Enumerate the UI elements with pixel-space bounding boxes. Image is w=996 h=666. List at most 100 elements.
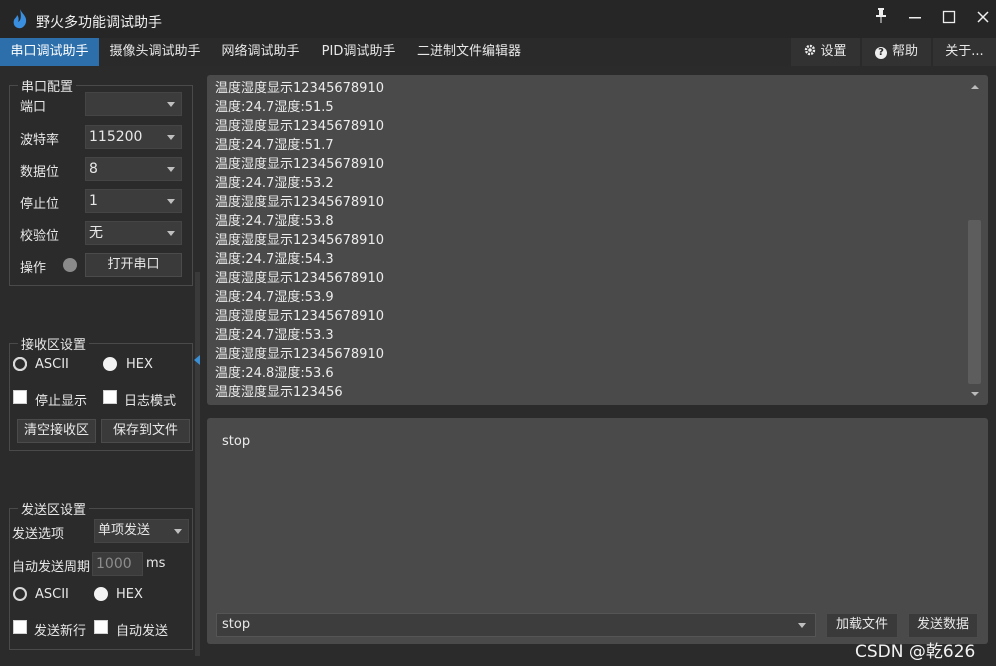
save-to-file-button[interactable]: 保存到文件 bbox=[101, 419, 190, 443]
auto-send-period-input[interactable]: 1000 bbox=[92, 552, 143, 576]
about-button[interactable]: 关于... bbox=[933, 38, 996, 66]
receive-scrollbar-thumb[interactable] bbox=[968, 220, 981, 384]
send-history-value: stop bbox=[222, 617, 251, 632]
auto-send-period-label: 自动发送周期 bbox=[12, 560, 91, 575]
pin-icon[interactable] bbox=[868, 6, 894, 32]
send-text: stop bbox=[222, 434, 251, 449]
tab-network-debug[interactable]: 网络调试助手 bbox=[212, 38, 309, 66]
tab-bar: 串口调试助手 摄像头调试助手 网络调试助手 PID调试助手 二进制文件编辑器 设… bbox=[0, 38, 996, 66]
baud-value: 115200 bbox=[89, 129, 143, 145]
receive-line: 温度湿度显示123456 bbox=[215, 385, 343, 400]
receive-line: 温度:24.7湿度:53.2 bbox=[215, 176, 334, 191]
receive-line: 温度:24.7湿度:53.8 bbox=[215, 214, 334, 229]
send-option-label: 发送选项 bbox=[12, 527, 65, 542]
csdn-watermark: CSDN @乾626 bbox=[855, 642, 976, 662]
stop-display-checkbox[interactable] bbox=[13, 390, 27, 404]
chevron-down-icon bbox=[167, 231, 175, 236]
settings-label: 设置 bbox=[820, 44, 847, 59]
log-mode-checkbox[interactable] bbox=[103, 390, 117, 404]
period-unit-label: ms bbox=[146, 556, 166, 571]
close-icon[interactable] bbox=[970, 6, 996, 32]
help-label: 帮助 bbox=[891, 44, 918, 59]
send-hex-label: HEX bbox=[116, 587, 143, 602]
recv-hex-label: HEX bbox=[126, 357, 153, 372]
recv-ascii-radio-ring bbox=[13, 357, 27, 371]
send-data-button[interactable]: 发送数据 bbox=[908, 613, 978, 638]
stop-display-label: 停止显示 bbox=[35, 394, 88, 409]
receive-text-area[interactable]: 温度湿度显示12345678910 温度:24.7湿度:51.5 温度湿度显示1… bbox=[207, 75, 988, 405]
send-option-select[interactable]: 单项发送 bbox=[94, 519, 189, 543]
auto-send-checkbox[interactable] bbox=[94, 620, 108, 634]
receive-line: 温度湿度显示12345678910 bbox=[215, 157, 384, 172]
chevron-down-icon bbox=[167, 167, 175, 172]
send-option-value: 单项发送 bbox=[98, 523, 151, 538]
open-port-button[interactable]: 打开串口 bbox=[85, 253, 182, 277]
receive-line: 温度:24.7湿度:53.3 bbox=[215, 328, 334, 343]
receive-line: 温度:24.7湿度:51.7 bbox=[215, 138, 334, 153]
scroll-down-icon[interactable] bbox=[970, 391, 980, 397]
auto-send-label: 自动发送 bbox=[116, 624, 169, 639]
baud-label: 波特率 bbox=[20, 133, 60, 148]
send-ascii-label: ASCII bbox=[35, 587, 69, 602]
window-title: 野火多功能调试助手 bbox=[36, 15, 162, 31]
send-newline-checkbox[interactable] bbox=[13, 620, 27, 634]
port-select[interactable] bbox=[85, 92, 182, 116]
stopbits-select[interactable]: 1 bbox=[85, 189, 182, 213]
receive-line: 温度湿度显示12345678910 bbox=[215, 233, 384, 248]
send-ascii-radio[interactable] bbox=[13, 587, 27, 601]
receive-line: 温度湿度显示12345678910 bbox=[215, 309, 384, 324]
parity-select[interactable]: 无 bbox=[85, 221, 182, 245]
send-hex-radio[interactable] bbox=[94, 587, 108, 601]
gear-icon bbox=[805, 44, 816, 56]
tab-pid-debug[interactable]: PID调试助手 bbox=[311, 38, 406, 66]
log-mode-label: 日志模式 bbox=[124, 394, 177, 409]
parity-label: 校验位 bbox=[20, 229, 60, 244]
databits-value: 8 bbox=[89, 161, 98, 177]
tab-camera-debug[interactable]: 摄像头调试助手 bbox=[100, 38, 210, 66]
receive-settings-title: 接收区设置 bbox=[21, 338, 87, 353]
maximize-icon[interactable] bbox=[936, 6, 962, 32]
databits-select[interactable]: 8 bbox=[85, 157, 182, 181]
chevron-down-icon bbox=[167, 102, 175, 107]
receive-line: 温度:24.8湿度:53.6 bbox=[215, 366, 334, 381]
receive-line: 温度湿度显示12345678910 bbox=[215, 195, 384, 210]
collapse-arrow-icon[interactable] bbox=[194, 355, 200, 365]
stopbits-value: 1 bbox=[89, 193, 98, 209]
receive-line: 温度:24.7湿度:51.5 bbox=[215, 100, 334, 115]
send-newline-label: 发送新行 bbox=[34, 624, 87, 639]
scroll-up-icon[interactable] bbox=[970, 84, 980, 90]
databits-label: 数据位 bbox=[20, 165, 60, 180]
receive-line: 温度湿度显示12345678910 bbox=[215, 119, 384, 134]
clear-receive-button[interactable]: 清空接收区 bbox=[17, 419, 96, 443]
serial-config-title: 串口配置 bbox=[21, 80, 74, 95]
receive-line: 温度:24.7湿度:54.3 bbox=[215, 252, 334, 267]
operation-label: 操作 bbox=[20, 261, 47, 276]
load-file-button[interactable]: 加载文件 bbox=[826, 613, 898, 638]
port-status-indicator bbox=[63, 258, 77, 272]
chevron-down-icon bbox=[174, 529, 182, 534]
stopbits-label: 停止位 bbox=[20, 197, 60, 212]
help-button[interactable]: ? 帮助 bbox=[862, 38, 931, 66]
title-bar: 野火多功能调试助手 bbox=[0, 0, 996, 38]
chevron-down-icon bbox=[167, 199, 175, 204]
minimize-icon[interactable] bbox=[902, 6, 928, 32]
tab-serial-debug[interactable]: 串口调试助手 bbox=[0, 38, 99, 66]
send-settings-title: 发送区设置 bbox=[21, 503, 87, 518]
tab-binary-editor[interactable]: 二进制文件编辑器 bbox=[408, 38, 530, 66]
port-label: 端口 bbox=[20, 100, 47, 115]
baud-select[interactable]: 115200 bbox=[85, 125, 182, 149]
help-icon: ? bbox=[874, 47, 887, 59]
send-history-combo[interactable]: stop bbox=[216, 613, 816, 637]
receive-line: 温度湿度显示12345678910 bbox=[215, 81, 384, 96]
chevron-down-icon bbox=[167, 135, 175, 140]
recv-ascii-label: ASCII bbox=[35, 357, 69, 372]
receive-line: 温度湿度显示12345678910 bbox=[215, 347, 384, 362]
receive-line: 温度:24.7湿度:53.9 bbox=[215, 290, 334, 305]
recv-hex-radio[interactable] bbox=[103, 357, 117, 371]
send-text-area[interactable]: stop bbox=[207, 418, 988, 644]
flame-logo-icon bbox=[13, 9, 27, 29]
receive-line: 温度湿度显示12345678910 bbox=[215, 271, 384, 286]
settings-button[interactable]: 设置 bbox=[791, 38, 860, 66]
parity-value: 无 bbox=[89, 225, 103, 241]
panel-splitter[interactable] bbox=[195, 272, 200, 656]
